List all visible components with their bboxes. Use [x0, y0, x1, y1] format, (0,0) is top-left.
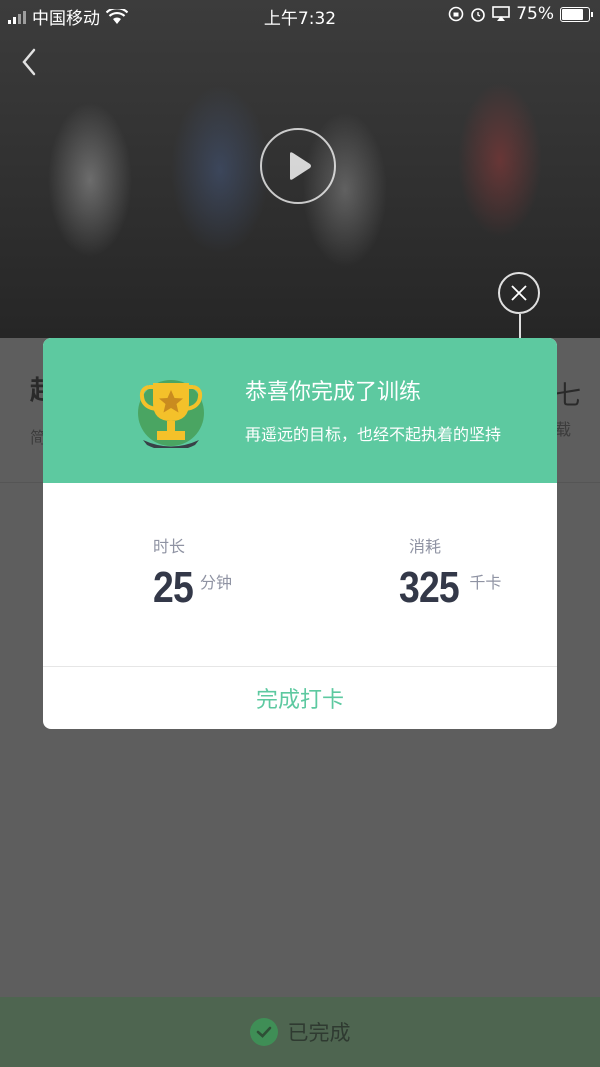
- play-button[interactable]: [260, 128, 336, 204]
- calories-label: 消耗: [409, 537, 442, 556]
- check-circle-icon: [249, 1018, 278, 1046]
- completed-label: 已完成: [287, 1021, 351, 1045]
- status-bar: 中国移动 上午7:32 75%: [0, 0, 600, 30]
- battery-percent: 75%: [516, 4, 554, 24]
- back-button[interactable]: [14, 44, 44, 80]
- play-icon: [290, 152, 311, 180]
- trophy-icon: [138, 380, 204, 448]
- completion-dialog: 恭喜你完成了训练 再遥远的目标，也经不起执着的坚持 时长 25 分钟 消耗 32…: [43, 338, 557, 729]
- duration-label: 时长: [153, 537, 186, 556]
- calories-unit: 千卡: [469, 573, 502, 592]
- calories-value: 325: [399, 563, 460, 612]
- battery-icon: [560, 6, 593, 22]
- back-icon: [22, 48, 36, 76]
- close-connector-line: [519, 314, 521, 340]
- dialog-title: 恭喜你完成了训练: [245, 380, 422, 405]
- battery-fill: [562, 8, 583, 20]
- dialog-subtitle: 再遥远的目标，也经不起执着的坚持: [245, 425, 502, 444]
- course-subtitle-right: 载: [555, 420, 572, 439]
- checkin-button[interactable]: 完成打卡: [43, 667, 557, 729]
- orientation-lock-icon: [448, 6, 464, 22]
- calories-stat: 消耗 325 千卡: [399, 533, 501, 611]
- duration-stat: 时长 25 分钟: [153, 533, 232, 611]
- dialog-header: 恭喜你完成了训练 再遥远的目标，也经不起执着的坚持: [43, 338, 557, 483]
- close-button[interactable]: [498, 272, 540, 314]
- video-hero: 中国移动 上午7:32 75%: [0, 0, 600, 338]
- alarm-icon: [471, 8, 486, 22]
- completed-bar[interactable]: 已完成: [0, 997, 600, 1067]
- duration-unit: 分钟: [199, 573, 232, 592]
- duration-value: 25: [153, 563, 194, 612]
- status-right: 75%: [448, 4, 593, 24]
- close-icon: [511, 285, 527, 301]
- course-title-right: 七: [555, 381, 582, 411]
- airplay-icon: [492, 6, 511, 21]
